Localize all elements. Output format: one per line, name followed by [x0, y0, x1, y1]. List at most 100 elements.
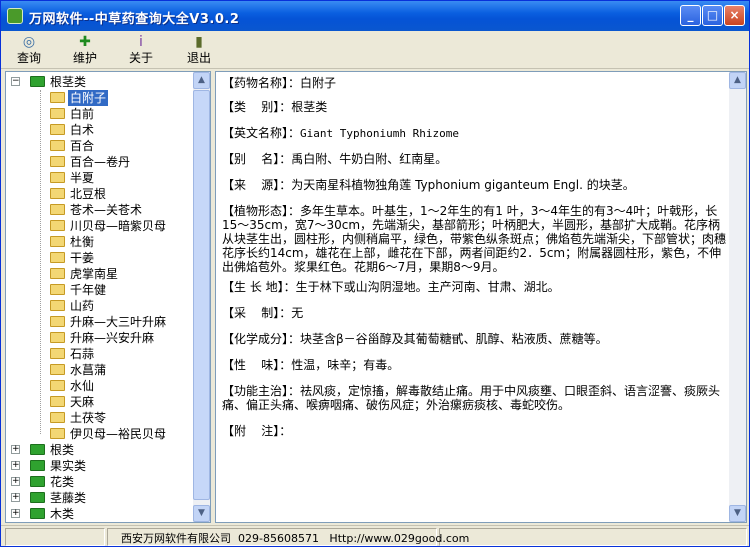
- tree-root[interactable]: + 木类: [11, 506, 194, 522]
- status-bar: 西安万网软件有限公司 029-85608571 Http://www.029go…: [1, 525, 749, 547]
- app-icon: [7, 8, 23, 24]
- exit-label: 退出: [186, 51, 211, 65]
- tree-item[interactable]: 白前: [48, 106, 194, 122]
- folder-icon: [50, 364, 65, 375]
- close-button[interactable]: ×: [724, 5, 745, 26]
- detail-field: 【英文名称】：Giant Typhoniumh Rhizome: [222, 126, 727, 141]
- maintain-button[interactable]: ✚ 维护: [65, 34, 105, 68]
- tree-item-label: 伊贝母—裕民贝母: [70, 427, 167, 441]
- tree-item[interactable]: 干姜: [48, 250, 194, 266]
- tree-item[interactable]: 石蒜: [48, 346, 194, 362]
- tree-scrollbar[interactable]: ▲ ▼: [193, 72, 210, 522]
- title-bar[interactable]: 万网软件--中草药查询大全V3.0.2 _ □ ×: [1, 1, 749, 31]
- tree-item-label: 半夏: [70, 171, 95, 185]
- tree-root[interactable]: + 茎藤类: [11, 490, 194, 506]
- field-label: 【性 味】：: [222, 358, 292, 372]
- scroll-down-icon[interactable]: ▼: [193, 505, 210, 522]
- tree-item-label: 百合—卷丹: [70, 155, 131, 169]
- expand-icon[interactable]: +: [11, 477, 20, 486]
- field-label: 【化学成分】：: [222, 332, 301, 346]
- field-value: 为天南星科植物独角莲 Typhonium giganteum Engl. 的块茎…: [291, 178, 635, 192]
- tree-item[interactable]: 百合—卷丹: [48, 154, 194, 170]
- detail-field: 【类 别】：根茎类: [222, 100, 727, 114]
- detail-panel: 【药物名称】：白附子 【类 别】：根茎类 【英文名称】：Giant Typhoniu…: [215, 71, 747, 523]
- expand-icon[interactable]: +: [11, 509, 20, 518]
- tree-item-label: 根茎类: [50, 75, 87, 89]
- about-button[interactable]: ⅰ 关于: [121, 34, 161, 68]
- folder-icon: [50, 140, 65, 151]
- minimize-button[interactable]: _: [680, 5, 701, 26]
- tree-item[interactable]: 百合: [48, 138, 194, 154]
- folder-icon: [50, 124, 65, 135]
- field-label: 【别 名】：: [222, 152, 292, 166]
- expand-icon[interactable]: +: [11, 493, 20, 502]
- tree-item-label: 花类: [50, 475, 75, 489]
- detail-scrollbar[interactable]: ▲ ▼: [729, 72, 746, 522]
- about-label: 关于: [128, 51, 153, 65]
- tree-item[interactable]: 水仙: [48, 378, 194, 394]
- tree-item[interactable]: 北豆根: [48, 186, 194, 202]
- field-label: 【药物名称】：: [222, 76, 301, 90]
- detail-field: 【生 长 地】：生于林下或山沟阴湿地。主产河南、甘肃、湖北。: [222, 280, 727, 294]
- tree-item[interactable]: 半夏: [48, 170, 194, 186]
- tree-root[interactable]: + 根类: [11, 442, 194, 458]
- tree-item[interactable]: 千年健: [48, 282, 194, 298]
- folder-icon: [50, 220, 65, 231]
- folder-icon: [50, 92, 65, 103]
- field-value: 根茎类: [291, 100, 328, 114]
- tree-scroll-thumb[interactable]: [193, 90, 210, 500]
- tree-item[interactable]: 杜衡: [48, 234, 194, 250]
- expand-icon[interactable]: +: [11, 445, 20, 454]
- tree-item[interactable]: 升麻—大三叶升麻: [48, 314, 194, 330]
- field-value: 无: [291, 306, 304, 320]
- tree-item[interactable]: 水菖蒲: [48, 362, 194, 378]
- tree-item[interactable]: 苍术—关苍术: [48, 202, 194, 218]
- tree-item-label: 北豆根: [70, 187, 107, 201]
- tree-item[interactable]: 伊贝母—裕民贝母: [48, 426, 194, 442]
- category-tree[interactable]: − 根茎类 白附子 白前 白术 百合 百合—卷丹半夏北豆根苍术—关苍术川贝母—暗紫贝母 杜衡干…: [5, 71, 211, 523]
- tree-item[interactable]: 山药: [48, 298, 194, 314]
- folder-icon: [50, 284, 65, 295]
- maximize-button[interactable]: □: [702, 5, 723, 26]
- add-icon: ✚: [79, 34, 91, 50]
- tree-item[interactable]: 虎掌南星: [48, 266, 194, 282]
- expand-icon[interactable]: +: [11, 461, 20, 470]
- scroll-down-icon[interactable]: ▼: [729, 505, 746, 522]
- detail-field: 【药物名称】：白附子: [222, 76, 727, 90]
- tree-item-label: 虎掌南星: [70, 267, 119, 281]
- tree-item-label: 川贝母—暗紫贝母: [70, 219, 167, 233]
- detail-field: 【别 名】：禹白附、牛奶白附、红南星。: [222, 152, 727, 166]
- field-label: 【生 长 地】：: [222, 280, 296, 294]
- tree-item-label: 苍术—关苍术: [70, 203, 143, 217]
- tree-item[interactable]: 天麻: [48, 394, 194, 410]
- tree-item-label: 石蒜: [70, 347, 95, 361]
- folder-icon: [50, 108, 65, 119]
- folder-icon: [50, 300, 65, 311]
- tree-item-label: 天麻: [70, 395, 95, 409]
- tree-root[interactable]: + 花类: [11, 474, 194, 490]
- field-label: 【英文名称】：: [222, 126, 301, 140]
- tree-item[interactable]: 土茯苓: [48, 410, 194, 426]
- tree-item[interactable]: 白附子: [48, 90, 194, 106]
- tree-item[interactable]: 白术: [48, 122, 194, 138]
- folder-icon: [50, 236, 65, 247]
- tree-item-label: 山药: [70, 299, 95, 313]
- scroll-up-icon[interactable]: ▲: [729, 72, 746, 89]
- detail-field: 【采 制】：无: [222, 306, 727, 320]
- tree-item-label: 杜衡: [70, 235, 95, 249]
- exit-button[interactable]: ▮ 退出: [179, 34, 219, 68]
- folder-icon: [50, 316, 65, 327]
- collapse-icon[interactable]: −: [11, 77, 20, 86]
- detail-field: 【化学成分】：块茎含β－谷甾醇及其葡萄糖甙、肌醇、粘液质、蔗糖等。: [222, 332, 727, 346]
- tree-root-rhizome[interactable]: − 根茎类: [11, 74, 194, 90]
- folder-icon: [50, 156, 65, 167]
- tree-item[interactable]: 川贝母—暗紫贝母: [48, 218, 194, 234]
- scroll-up-icon[interactable]: ▲: [193, 72, 210, 89]
- tree-item-label: 水菖蒲: [70, 363, 107, 377]
- tree-root[interactable]: + 果实类: [11, 458, 194, 474]
- open-folder-icon: [30, 508, 45, 519]
- main-window: 万网软件--中草药查询大全V3.0.2 _ □ × ◎ 查询 ✚ 维护 ⅰ 关于…: [0, 0, 750, 547]
- detail-field: 【来 源】：为天南星科植物独角莲 Typhonium giganteum Eng…: [222, 178, 727, 192]
- tree-item[interactable]: 升麻—兴安升麻: [48, 330, 194, 346]
- query-button[interactable]: ◎ 查询: [9, 34, 49, 68]
